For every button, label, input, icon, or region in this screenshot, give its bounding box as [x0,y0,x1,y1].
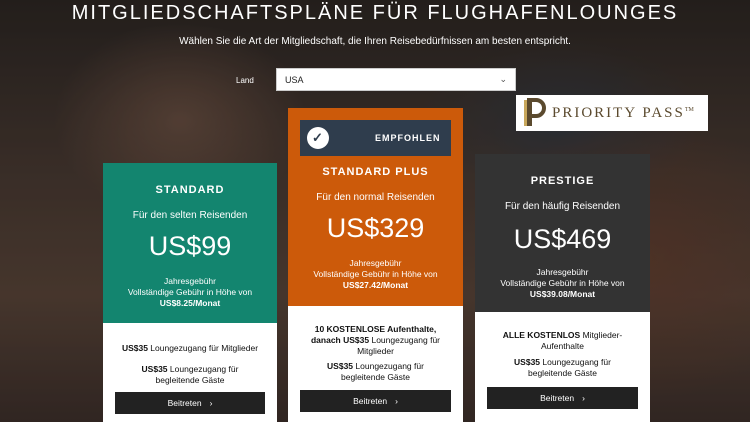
join-button-label: Beitreten [540,392,575,403]
join-button-label: Beitreten [353,395,388,406]
join-button-standard-plus[interactable]: Beitreten › [300,390,451,412]
chevron-down-icon: ⌄ [499,74,507,84]
country-select[interactable]: USA ⌄ [276,68,516,91]
plan-price: US$469 [513,224,612,254]
priority-pass-logo: PRIORITY PASSTM [516,95,708,131]
plan-features: 10 KOSTENLOSE Aufenthalte, danach US$35 … [288,306,463,422]
page-title: MITGLIEDSCHAFTSPLÄNE FÜR FLUGHAFENLOUNGE… [71,2,679,24]
plan-price: US$329 [326,213,425,243]
feature-guest-access: US$35 Loungezugang für begleitende Gäste [327,361,424,382]
feature-member-access: 10 KOSTENLOSE Aufenthalte, danach US$35 … [310,324,441,356]
plan-card-prestige: PRESTIGE Für den häufig Reisenden US$469… [475,154,650,422]
plan-features: ALLE KOSTENLOS Mitglieder-Aufenthalte US… [475,312,650,422]
join-button-standard[interactable]: Beitreten › [115,392,265,414]
fee-label: Jahresgebühr [349,258,402,268]
plan-header: PRESTIGE Für den häufig Reisenden US$469… [475,154,650,312]
fee-label: Jahresgebühr [164,276,216,286]
full-fee-text: Vollständige Gebühr in Höhe von [127,287,253,297]
country-value: USA [285,75,304,85]
plan-tagline: Für den selten Reisenden [132,210,248,221]
full-fee-text: Vollständige Gebühr in Höhe von [313,269,438,279]
page-subtitle: Wählen Sie die Art der Mitgliedschaft, d… [179,36,571,47]
chevron-right-icon: › [582,392,585,403]
monthly-price: US$27.42/Monat [342,280,409,290]
country-label: Land [236,76,254,85]
plan-tagline: Für den normal Reisenden [316,192,435,203]
fee-label: Jahresgebühr [536,267,589,277]
join-button-label: Beitreten [167,397,202,408]
plan-card-standard-plus: ✓ EMPFOHLEN STANDARD PLUS Für den normal… [288,108,463,422]
plan-card-standard: STANDARD Für den selten Reisenden US$99 … [103,163,277,422]
monthly-price: US$8.25/Monat [159,298,221,308]
monthly-price: US$39.08/Monat [529,289,596,299]
plan-price: US$99 [148,231,232,261]
feature-guest-access: US$35 Loungezugang für begleitende Gäste [514,357,611,378]
plan-name: STANDARD PLUS [322,166,429,178]
full-fee-text: Vollständige Gebühr in Höhe von [500,278,625,288]
plan-header: STANDARD Für den selten Reisenden US$99 … [103,163,277,323]
priority-pass-wordmark: PRIORITY PASSTM [552,104,694,121]
plan-tagline: Für den häufig Reisenden [504,201,621,212]
feature-member-access: US$35 Loungezugang für Mitglieder [121,343,259,353]
chevron-right-icon: › [395,395,398,406]
priority-pass-mark-icon [524,98,546,126]
feature-guest-access: US$35 Loungezugang für begleitende Gäste [141,364,239,385]
feature-member-access: ALLE KOSTENLOS Mitglieder-Aufenthalte [502,330,623,351]
chevron-right-icon: › [209,397,213,408]
plan-features: US$35 Loungezugang für Mitglieder US$35 … [103,323,277,422]
recommended-label: EMPFOHLEN [375,133,441,143]
check-circle-icon: ✓ [307,127,329,149]
plan-header: ✓ EMPFOHLEN STANDARD PLUS Für den normal… [288,108,463,306]
recommended-banner: ✓ EMPFOHLEN [300,120,451,156]
plan-name: STANDARD [155,184,225,196]
plan-name: PRESTIGE [530,175,595,187]
join-button-prestige[interactable]: Beitreten › [487,387,638,409]
